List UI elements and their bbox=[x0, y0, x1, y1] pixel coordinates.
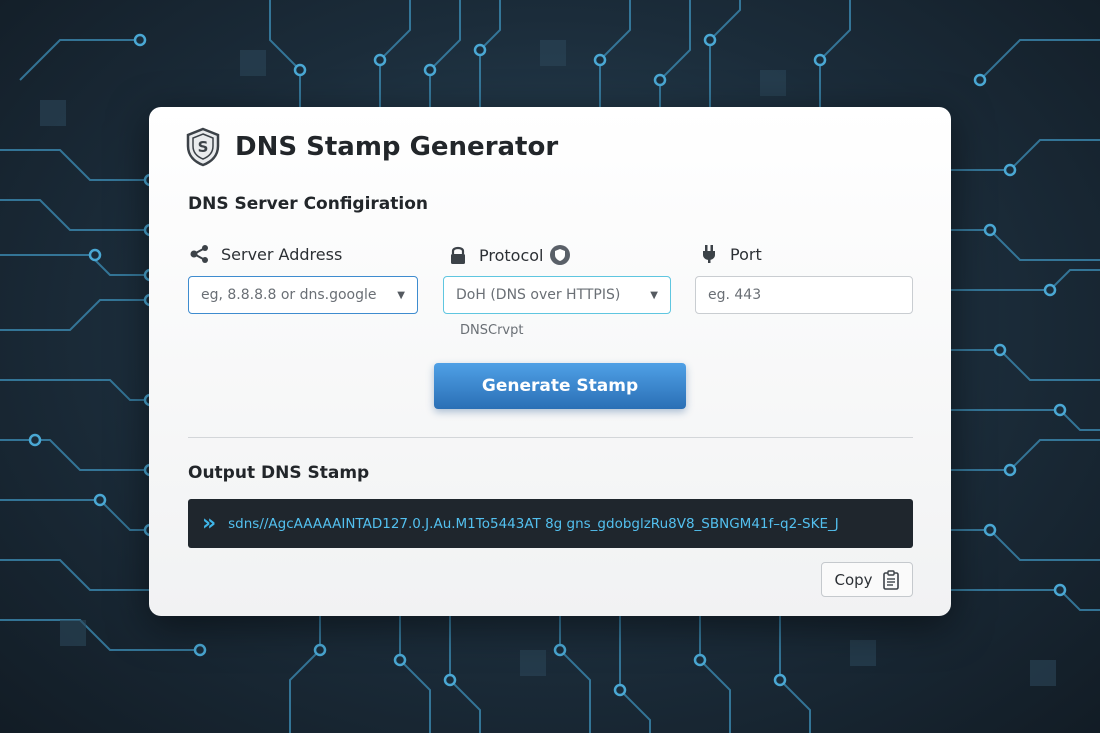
server-address-placeholder: eg, 8.8.8.8 or dns.google bbox=[201, 287, 377, 303]
protocol-selected-value: DoH (DNS over HTTPIS) bbox=[456, 287, 621, 303]
divider bbox=[188, 437, 913, 438]
page-title: DNS Stamp Generator bbox=[235, 132, 559, 162]
lock-icon bbox=[447, 245, 469, 265]
port-input[interactable]: eg. 443 bbox=[695, 276, 913, 314]
header: S DNS Stamp Generator bbox=[185, 127, 558, 167]
stamp-generator-card: S DNS Stamp Generator DNS Server Configi… bbox=[149, 107, 951, 616]
plug-icon bbox=[698, 244, 720, 264]
server-address-label: Server Address bbox=[221, 244, 343, 264]
server-address-label-row: Server Address bbox=[189, 244, 342, 264]
output-stamp-field[interactable]: ›› sdns//AgcAAAAAINTAD127.0.J.Au.M1To544… bbox=[188, 499, 913, 548]
protocol-label: Protocol bbox=[479, 245, 544, 265]
chevron-down-icon[interactable]: ▼ bbox=[397, 290, 405, 301]
protocol-select[interactable]: DoH (DNS over HTTPIS) ▼ bbox=[443, 276, 671, 314]
port-label: Port bbox=[730, 244, 762, 264]
network-nodes-icon bbox=[189, 244, 211, 264]
copy-button[interactable]: Copy bbox=[821, 562, 913, 597]
protocol-label-row: Protocol bbox=[447, 244, 571, 266]
svg-text:S: S bbox=[198, 138, 209, 156]
clipboard-icon bbox=[882, 569, 899, 590]
port-label-row: Port bbox=[698, 244, 762, 264]
double-chevron-right-icon: ›› bbox=[202, 511, 216, 536]
shield-s-icon: S bbox=[186, 127, 220, 167]
output-section-title: Output DNS Stamp bbox=[188, 463, 370, 483]
shield-info-icon[interactable] bbox=[549, 244, 571, 266]
stamp-value[interactable]: sdns//AgcAAAAAINTAD127.0.J.Au.M1To5443AT… bbox=[228, 516, 839, 532]
server-address-input[interactable]: eg, 8.8.8.8 or dns.google ▼ bbox=[188, 276, 418, 314]
protocol-option-dnscrypt[interactable]: DNSCrvpt bbox=[460, 323, 523, 338]
chevron-down-icon[interactable]: ▼ bbox=[650, 290, 658, 301]
port-placeholder: eg. 443 bbox=[708, 287, 762, 303]
config-section-title: DNS Server Configiration bbox=[188, 194, 429, 214]
copy-label: Copy bbox=[834, 570, 873, 589]
generate-stamp-button[interactable]: Generate Stamp bbox=[434, 363, 686, 409]
